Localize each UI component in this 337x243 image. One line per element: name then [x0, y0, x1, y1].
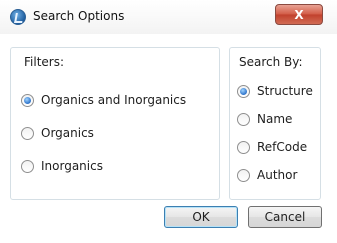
radio-label: Name [257, 112, 293, 126]
radio-label: RefCode [257, 140, 308, 154]
radio-button-icon[interactable] [237, 140, 250, 154]
radio-refcode[interactable]: RefCode [237, 140, 307, 154]
radio-author[interactable]: Author [237, 168, 297, 182]
app-logo-icon [10, 9, 26, 25]
radio-label: Author [257, 168, 298, 182]
filters-group [10, 47, 220, 200]
search-by-legend: Search By: [236, 55, 306, 69]
radio-button-icon[interactable] [237, 112, 250, 126]
cancel-button[interactable]: Cancel [248, 206, 322, 228]
radio-button-icon[interactable] [237, 84, 250, 98]
radio-label: Organics [41, 126, 94, 140]
radio-inorganics[interactable]: Inorganics [21, 159, 103, 173]
window-title: Search Options [33, 9, 125, 23]
radio-button-icon[interactable] [237, 168, 250, 182]
cancel-button-label: Cancel [264, 210, 306, 224]
radio-organics-and-inorganics[interactable]: Organics and Inorganics [21, 93, 186, 107]
radio-label: Inorganics [41, 159, 103, 173]
radio-label: Structure [257, 84, 313, 98]
title-bar[interactable]: Search Options X [0, 0, 337, 34]
search-options-dialog: Search Options X Filters: Organics and I… [0, 0, 337, 243]
radio-button-icon[interactable] [21, 126, 34, 140]
ok-button-label: OK [192, 210, 210, 224]
close-icon: X [294, 7, 304, 22]
close-button[interactable]: X [275, 4, 323, 25]
ok-button[interactable]: OK [164, 206, 238, 228]
radio-structure[interactable]: Structure [237, 84, 313, 98]
radio-name[interactable]: Name [237, 112, 292, 126]
radio-label: Organics and Inorganics [41, 93, 187, 107]
filters-legend: Filters: [21, 55, 68, 69]
radio-organics[interactable]: Organics [21, 126, 94, 140]
radio-button-icon[interactable] [21, 93, 34, 107]
radio-button-icon[interactable] [21, 159, 34, 173]
